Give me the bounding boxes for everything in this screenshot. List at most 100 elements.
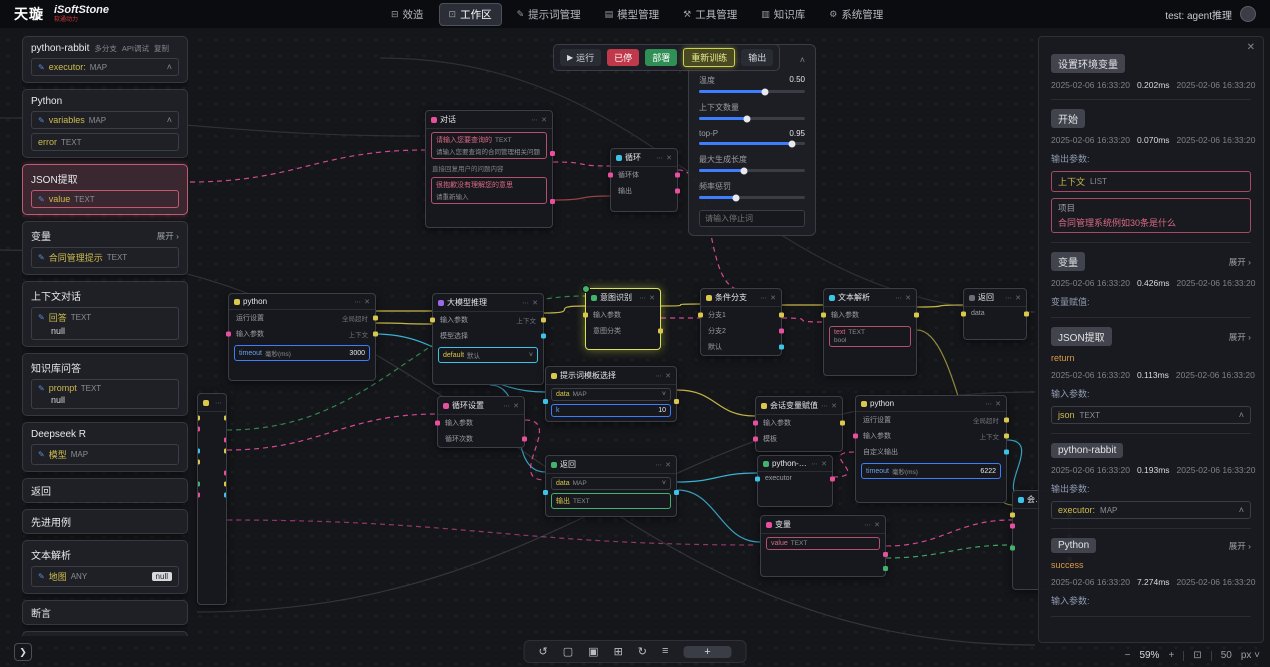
log-field[interactable]: jsonTEXT˄ xyxy=(1051,406,1251,424)
expand-link[interactable]: 展开 › xyxy=(1229,540,1251,552)
input-port[interactable] xyxy=(608,173,613,178)
slider-knob[interactable] xyxy=(743,115,750,122)
input-port[interactable] xyxy=(698,313,703,318)
output-port[interactable] xyxy=(373,316,378,321)
node-menu-icon[interactable]: ⋯ xyxy=(639,294,646,302)
expand-link[interactable]: 展开 › xyxy=(1229,331,1251,343)
port[interactable] xyxy=(883,566,888,571)
param-slider[interactable] xyxy=(699,142,805,145)
canvas-node-python-rabbit[interactable]: python-rabbit⋯✕executor xyxy=(757,455,833,507)
avatar[interactable] xyxy=(1240,6,1256,22)
node-close-icon[interactable]: ✕ xyxy=(770,294,776,302)
fit-view-icon[interactable]: ⊡ xyxy=(1193,650,1201,661)
node-close-icon[interactable]: ✕ xyxy=(874,521,880,529)
node-menu-icon[interactable]: ⋯ xyxy=(864,521,871,529)
input-port[interactable] xyxy=(853,434,858,439)
card-field[interactable]: ✎合同管理提示TEXT xyxy=(31,247,179,268)
left-card-Deepseek R[interactable]: Deepseek R✎模型MAP xyxy=(22,422,188,472)
port[interactable] xyxy=(674,399,679,404)
node-close-icon[interactable]: ✕ xyxy=(665,461,671,469)
node-menu-icon[interactable]: ⋯ xyxy=(655,372,662,380)
canvas-node-return-1[interactable]: 返回⋯✕data xyxy=(963,288,1027,340)
input-port[interactable] xyxy=(430,318,435,323)
node-field[interactable]: timeout毫秒(ms)6222 xyxy=(861,463,1001,479)
output-port[interactable] xyxy=(373,332,378,337)
canvas-node-python-1[interactable]: python⋯✕运行设置全局超时输入参数上下文timeout毫秒(ms)3000 xyxy=(228,293,376,381)
slider-knob[interactable] xyxy=(761,88,768,95)
param-slider[interactable] xyxy=(699,117,805,120)
expand-link[interactable]: 展开 › xyxy=(1229,256,1251,268)
log-node-badge[interactable]: 开始 xyxy=(1051,109,1085,128)
frame-icon[interactable]: ▢ xyxy=(563,645,573,658)
node-field[interactable]: 很抱歉没有理解您的意思请重新输入 xyxy=(431,177,547,204)
add-node-button[interactable]: + xyxy=(683,646,731,658)
node-close-icon[interactable]: ✕ xyxy=(821,460,827,468)
node-menu-icon[interactable]: ⋯ xyxy=(656,154,663,162)
node-close-icon[interactable]: ✕ xyxy=(513,402,519,410)
input-port[interactable] xyxy=(226,332,231,337)
node-close-icon[interactable]: ✕ xyxy=(532,299,538,307)
log-node-badge[interactable]: python-rabbit xyxy=(1051,443,1123,458)
nav-item-提示词管理[interactable]: ✎提示词管理 xyxy=(508,3,590,26)
input-port[interactable] xyxy=(753,437,758,442)
output-port[interactable] xyxy=(224,481,227,486)
node-menu-icon[interactable]: ⋯ xyxy=(215,399,222,407)
log-field[interactable]: 项目合同管理系统例如30条是什么 xyxy=(1051,198,1251,233)
left-card-python-rabbit[interactable]: python-rabbit多分支API调试复制✎executor:MAP˄ xyxy=(22,36,188,83)
node-menu-icon[interactable]: ⋯ xyxy=(760,294,767,302)
node-field[interactable]: default默认˅ xyxy=(438,347,538,363)
grid-unit-select[interactable]: px ˅ xyxy=(1241,650,1260,661)
left-card-知识库问答[interactable]: 知识库问答✎promptTEXTnull xyxy=(22,631,188,636)
stop-words-input[interactable] xyxy=(699,210,805,227)
node-field[interactable]: valueTEXT xyxy=(766,537,880,550)
left-card-先进用例[interactable]: 先进用例 xyxy=(22,509,188,534)
left-card-断言[interactable]: 断言 xyxy=(22,600,188,625)
input-port[interactable] xyxy=(197,415,200,420)
output-port[interactable] xyxy=(658,329,663,334)
node-menu-icon[interactable]: ⋯ xyxy=(354,298,361,306)
output-port[interactable] xyxy=(1024,311,1029,316)
run-button-部署[interactable]: 部署 xyxy=(645,49,677,66)
node-close-icon[interactable]: ✕ xyxy=(665,372,671,380)
nav-item-知识库[interactable]: ▥知识库 xyxy=(752,3,814,26)
node-menu-icon[interactable]: ⋯ xyxy=(821,402,828,410)
node-field[interactable]: textTEXTbool xyxy=(829,326,911,347)
node-close-icon[interactable]: ✕ xyxy=(649,294,655,302)
port[interactable] xyxy=(543,490,548,495)
slider-knob[interactable] xyxy=(789,140,796,147)
log-node-badge[interactable]: Python xyxy=(1051,538,1096,553)
node-field[interactable]: timeout毫秒(ms)3000 xyxy=(234,345,370,361)
input-port[interactable] xyxy=(1010,545,1015,550)
output-port[interactable] xyxy=(224,415,227,420)
card-field[interactable]: ✎模型MAP xyxy=(31,444,179,465)
left-card-JSON提取[interactable]: JSON提取✎valueTEXT xyxy=(22,164,188,215)
run-button-已停[interactable]: 已停 xyxy=(607,49,639,66)
output-port[interactable] xyxy=(224,437,227,442)
port[interactable] xyxy=(883,552,888,557)
log-node-badge[interactable]: 设置环境变量 xyxy=(1051,54,1125,73)
canvas-node-memory[interactable]: 提示词模板选择⋯✕dataMAP˅k10 xyxy=(545,366,677,422)
output-port[interactable] xyxy=(1004,450,1009,455)
card-field[interactable]: ✎variablesMAP˄ xyxy=(31,111,179,129)
node-field[interactable]: 输出TEXT xyxy=(551,493,671,509)
left-card-文本解析[interactable]: 文本解析✎地图ANYnull xyxy=(22,540,188,594)
card-field[interactable]: ✎valueTEXT xyxy=(31,190,179,208)
expand-link[interactable]: 展开 › xyxy=(157,230,179,242)
input-port[interactable] xyxy=(753,421,758,426)
list-icon[interactable]: ≡ xyxy=(662,645,668,658)
port[interactable] xyxy=(550,151,555,156)
node-field[interactable]: dataMAP˅ xyxy=(551,477,671,490)
node-field[interactable]: 请输入您要查询的TEXT请输入您要查询的合同管理相关问题 xyxy=(431,132,547,159)
node-close-icon[interactable]: ✕ xyxy=(905,294,911,302)
canvas-node-branch[interactable]: 条件分支⋯✕分支1分支2默认 xyxy=(700,288,782,356)
output-port[interactable] xyxy=(541,334,546,339)
log-field[interactable]: 上下文LIST xyxy=(1051,171,1251,192)
canvas-node-var-1[interactable]: 变量⋯✕valueTEXT xyxy=(760,515,886,577)
card-field[interactable]: ✎回答TEXTnull xyxy=(31,307,179,340)
output-port[interactable] xyxy=(840,421,845,426)
card-field[interactable]: ✎地图ANYnull xyxy=(31,566,179,587)
left-card-变量[interactable]: 变量展开 ›✎合同管理提示TEXT xyxy=(22,221,188,275)
input-port[interactable] xyxy=(583,313,588,318)
canvas-node-loop-1[interactable]: 循环⋯✕循环体输出 xyxy=(610,148,678,212)
zoom-out-button[interactable]: − xyxy=(1125,650,1131,661)
